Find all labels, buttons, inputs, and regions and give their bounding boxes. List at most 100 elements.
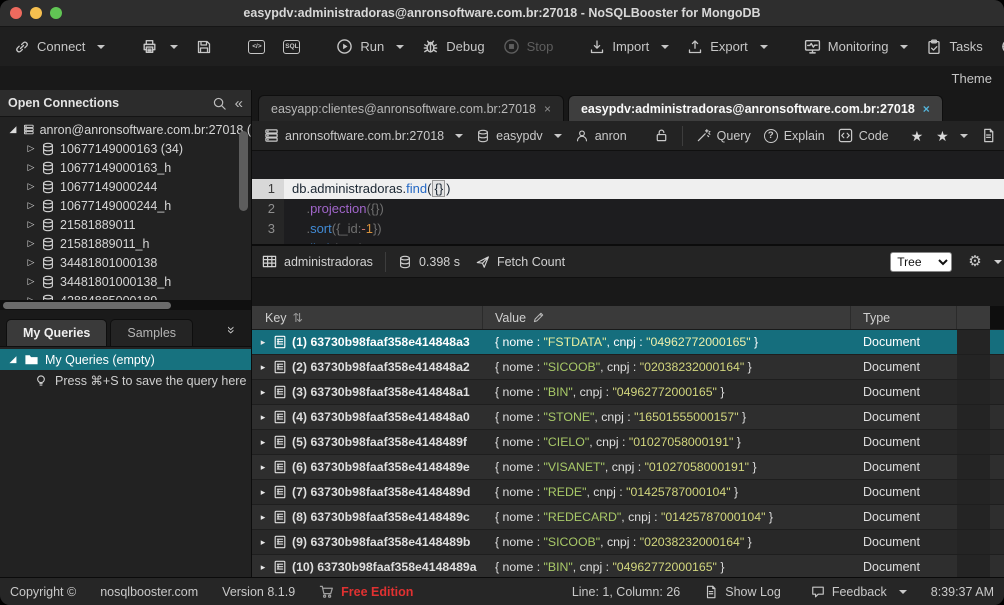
fetch-count-button[interactable]: Fetch Count xyxy=(470,254,571,270)
snippets-button[interactable] xyxy=(979,128,1004,143)
tree-collapsed-icon[interactable]: ▷ xyxy=(26,238,36,249)
value-mid: , cnpj : xyxy=(605,460,645,474)
document-icon xyxy=(273,435,287,449)
feedback-button[interactable]: Feedback xyxy=(805,584,913,600)
database-item[interactable]: ▷34481801000138_h xyxy=(0,272,251,291)
database-item[interactable]: ▷10677149000244 xyxy=(0,177,251,196)
close-tab-icon[interactable]: × xyxy=(544,103,551,115)
database-item[interactable]: ▷10677149000244_h xyxy=(0,196,251,215)
my-queries-root-item[interactable]: ◢ My Queries (empty) xyxy=(0,349,251,370)
table-row[interactable]: ▸(9) 63730b98faaf358e4148489b { nome : "… xyxy=(252,530,1004,555)
favorites-menu-button[interactable]: ★ xyxy=(934,129,970,143)
expand-row-icon[interactable]: ▸ xyxy=(258,487,268,498)
tree-collapsed-icon[interactable]: ▷ xyxy=(26,181,36,192)
connect-button[interactable]: Connect xyxy=(12,35,107,59)
monitoring-button[interactable]: Monitoring xyxy=(802,34,911,59)
tree-collapsed-icon[interactable]: ▷ xyxy=(26,162,36,173)
code-tag-glyph: </> xyxy=(252,43,261,50)
code-button[interactable]: Code xyxy=(836,128,891,143)
column-header-value[interactable]: Value xyxy=(483,306,851,329)
expand-row-icon[interactable]: ▸ xyxy=(258,362,268,373)
show-log-button[interactable]: Show Log xyxy=(698,584,787,600)
breadcrumb-user[interactable]: anron xyxy=(573,129,629,143)
sql-query-button[interactable]: SQL xyxy=(281,36,302,58)
database-item[interactable]: ▷21581889011 xyxy=(0,215,251,234)
database-item[interactable]: ▷34481801000138 xyxy=(0,253,251,272)
table-row[interactable]: ▸(6) 63730b98faaf358e4148489e { nome : "… xyxy=(252,455,1004,480)
database-item[interactable]: ▷10677149000163_h xyxy=(0,158,251,177)
debug-button[interactable]: Debug xyxy=(420,34,486,59)
tree-collapsed-icon[interactable]: ▷ xyxy=(26,200,36,211)
close-window-button[interactable] xyxy=(10,7,22,19)
tree-collapsed-icon[interactable]: ▷ xyxy=(26,276,36,287)
tree-collapsed-icon[interactable]: ▷ xyxy=(26,219,36,230)
tab-easypdv-administradoras[interactable]: easypdv:administradoras@anronsoftware.co… xyxy=(568,95,943,121)
chevron-down-icon xyxy=(554,134,562,138)
theme-button[interactable]: Theme xyxy=(952,71,992,86)
tree-collapsed-icon[interactable]: ▷ xyxy=(26,143,36,154)
tree-collapsed-icon[interactable]: ▷ xyxy=(26,257,36,268)
export-button[interactable]: Export xyxy=(685,35,770,59)
column-header-type[interactable]: Type xyxy=(851,306,957,329)
sidebar-horizontal-scrollbar[interactable] xyxy=(3,302,171,309)
tasks-button[interactable]: Tasks xyxy=(924,35,984,59)
expand-row-icon[interactable]: ▸ xyxy=(258,412,268,423)
column-header-key[interactable]: Key ⇅ xyxy=(252,306,483,329)
table-row[interactable]: ▸(8) 63730b98faaf358e4148489c { nome : "… xyxy=(252,505,1004,530)
table-row[interactable]: ▸(4) 63730b98faaf358e414848a0 { nome : "… xyxy=(252,405,1004,430)
copyright-label: Copyright © xyxy=(10,585,76,599)
datagen-button[interactable]: DataGen xyxy=(999,34,1004,59)
tree-expanded-icon[interactable]: ◢ xyxy=(8,354,18,365)
table-row[interactable]: ▸(5) 63730b98faaf358e4148489f { nome : "… xyxy=(252,430,1004,455)
free-edition-button[interactable]: Free Edition xyxy=(313,583,419,600)
table-row[interactable]: ▸(2) 63730b98faaf358e414848a2 { nome : "… xyxy=(252,355,1004,380)
sidebar-vertical-scrollbar[interactable] xyxy=(239,131,248,211)
open-script-button[interactable] xyxy=(139,34,180,59)
minimize-window-button[interactable] xyxy=(30,7,42,19)
expand-row-icon[interactable]: ▸ xyxy=(258,512,268,523)
close-tab-icon[interactable]: × xyxy=(923,103,930,115)
code-line-4[interactable]: 4 .limit(100) xyxy=(252,239,1004,246)
website-link[interactable]: nosqlbooster.com xyxy=(94,584,204,600)
explain-button[interactable]: ? Explain xyxy=(762,129,827,143)
table-row[interactable]: ▸(10) 63730b98faaf358e4148489a { nome : … xyxy=(252,555,1004,577)
connection-root[interactable]: ◢ anron@anronsoftware.com.br:27018 ( xyxy=(0,120,251,139)
results-table: Key ⇅ Value Type ▸(1) 63730b98faa xyxy=(252,306,1004,577)
save-button[interactable] xyxy=(194,35,214,59)
unlock-button[interactable] xyxy=(652,128,671,143)
cnpj-value: "01027058000191" xyxy=(645,460,749,474)
expand-row-icon[interactable]: ▸ xyxy=(258,462,268,473)
database-item[interactable]: ▷21581889011_h xyxy=(0,234,251,253)
tree-expanded-icon[interactable]: ◢ xyxy=(8,124,18,135)
collapse-sidebar-button[interactable]: « xyxy=(235,96,243,111)
results-settings-button[interactable]: ⚙ xyxy=(962,253,1004,270)
collapse-panel-button[interactable]: » xyxy=(223,320,241,338)
breadcrumb-database[interactable]: easypdv xyxy=(474,129,564,143)
breadcrumb-server[interactable]: anronsoftware.com.br:27018 xyxy=(262,128,465,143)
expand-row-icon[interactable]: ▸ xyxy=(258,337,268,348)
run-button[interactable]: Run xyxy=(334,34,406,59)
favorite-button[interactable]: ★ xyxy=(909,129,926,143)
expand-row-icon[interactable]: ▸ xyxy=(258,387,268,398)
tab-my-queries[interactable]: My Queries xyxy=(6,319,107,346)
database-item[interactable]: ▷10677149000163 (34) xyxy=(0,139,251,158)
result-view-select[interactable]: Tree xyxy=(890,252,952,272)
search-button[interactable] xyxy=(212,96,227,111)
table-row[interactable]: ▸(7) 63730b98faaf358e4148489d { nome : "… xyxy=(252,480,1004,505)
query-builder-button[interactable]: Query xyxy=(694,128,753,143)
table-row[interactable]: ▸(1) 63730b98faaf358e414848a3 { nome : "… xyxy=(252,330,1004,355)
expand-row-icon[interactable]: ▸ xyxy=(258,537,268,548)
tab-easyapp-clientes[interactable]: easyapp:clientes@anronsoftware.com.br:27… xyxy=(258,95,564,121)
table-row[interactable]: ▸(3) 63730b98faaf358e414848a1 { nome : "… xyxy=(252,380,1004,405)
code-editor[interactable]: 1 db.administradoras.find({}) 2 .project… xyxy=(252,151,1004,246)
tab-samples[interactable]: Samples xyxy=(110,319,193,346)
expand-row-icon[interactable]: ▸ xyxy=(258,562,268,573)
expand-row-icon[interactable]: ▸ xyxy=(258,437,268,448)
user-label: anron xyxy=(595,129,627,143)
code-line-3[interactable]: 3 .sort({_id:-1}) xyxy=(252,219,1004,239)
code-editor-button[interactable]: </> xyxy=(246,36,267,58)
zoom-window-button[interactable] xyxy=(50,7,62,19)
code-line-1[interactable]: 1 db.administradoras.find({}) xyxy=(252,179,1004,199)
import-button[interactable]: Import xyxy=(587,35,671,59)
code-line-2[interactable]: 2 .projection({}) xyxy=(252,199,1004,219)
